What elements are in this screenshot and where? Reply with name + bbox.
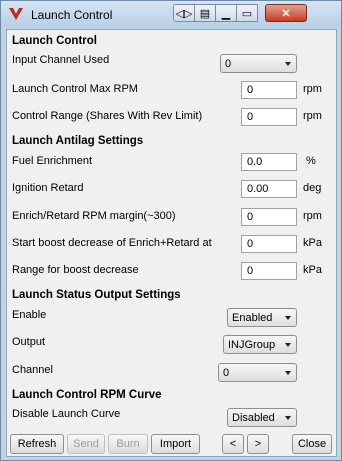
boost-start-input[interactable]: 0 [241,235,297,253]
boost-range-unit: kPa [303,264,322,276]
input-channel-select[interactable]: 0 [220,54,297,73]
max-rpm-input[interactable]: 0 [241,81,297,99]
enrich-margin-input[interactable]: 0 [241,208,297,226]
ignition-retard-unit: deg [303,182,322,194]
max-rpm-label: Launch Control Max RPM [12,83,138,95]
channel-label: Channel [12,364,53,376]
boost-range-input[interactable]: 0 [241,262,297,280]
channel-select[interactable]: 0 [218,363,297,382]
navigate-icon[interactable]: ◁▷ [173,4,195,22]
maximize-icon[interactable]: ▭ [236,4,258,22]
channel-value: 0 [223,367,230,379]
previous-button[interactable]: < [222,434,244,454]
title-bar[interactable]: Launch Control ◁▷ ▤ ▁ ▭ ✕ [1,1,341,27]
close-icon[interactable]: ✕ [265,4,307,22]
ignition-retard-input[interactable]: 0.00 [241,180,297,198]
control-range-unit: rpm [303,110,322,122]
control-range-label: Control Range (Shares With Rev Limit) [12,110,203,122]
chevron-down-icon [285,62,291,66]
send-button[interactable]: Send [67,434,105,454]
burn-button[interactable]: Burn [108,434,148,454]
section-status-output: Launch Status Output Settings [12,289,181,301]
enrich-margin-unit: rpm [303,210,322,222]
section-antilag: Launch Antilag Settings [12,135,144,147]
output-select[interactable]: INJGroup [223,335,297,354]
boost-start-label: Start boost decrease of Enrich+Retard at [12,237,212,249]
enrich-margin-label: Enrich/Retard RPM margin(~300) [12,210,176,222]
disable-curve-select[interactable]: Disabled [227,408,297,427]
section-launch-control: Launch Control [12,35,97,47]
output-value: INJGroup [228,339,276,351]
document-icon[interactable]: ▤ [194,4,216,22]
input-channel-label: Input Channel Used [12,54,110,66]
chevron-down-icon [285,371,291,375]
import-button[interactable]: Import [151,434,200,454]
section-rpm-curve: Launch Control RPM Curve [12,389,162,401]
input-channel-value: 0 [225,58,232,70]
control-range-input[interactable]: 0 [241,108,297,126]
enable-value: Enabled [232,312,273,324]
app-logo-icon [9,8,23,20]
chevron-down-icon [285,316,291,320]
refresh-button[interactable]: Refresh [10,434,64,454]
fuel-enrichment-unit: % [306,155,316,167]
boost-start-unit: kPa [303,237,322,249]
output-label: Output [12,336,46,348]
minimize-icon[interactable]: ▁ [215,4,237,22]
fuel-enrichment-input[interactable]: 0.0 [241,153,297,171]
ignition-retard-label: Ignition Retard [12,182,84,194]
chevron-down-icon [285,416,291,420]
max-rpm-unit: rpm [303,83,322,95]
launch-control-window: Launch Control ◁▷ ▤ ▁ ▭ ✕ Launch Control… [0,0,342,461]
close-button[interactable]: Close [292,434,332,454]
window-title: Launch Control [31,8,113,22]
next-button[interactable]: > [247,434,269,454]
disable-curve-value: Disabled [232,412,275,424]
title-buttons: ◁▷ ▤ ▁ ▭ ✕ [173,4,307,22]
fuel-enrichment-label: Fuel Enrichment [12,155,93,167]
chevron-down-icon [285,343,291,347]
enable-label: Enable [12,309,47,321]
disable-curve-label: Disable Launch Curve [12,408,121,420]
enable-select[interactable]: Enabled [227,308,297,327]
dialog-body: Launch Control Input Channel Used 0 Laun… [6,29,337,457]
boost-range-label: Range for boost decrease [12,264,139,276]
